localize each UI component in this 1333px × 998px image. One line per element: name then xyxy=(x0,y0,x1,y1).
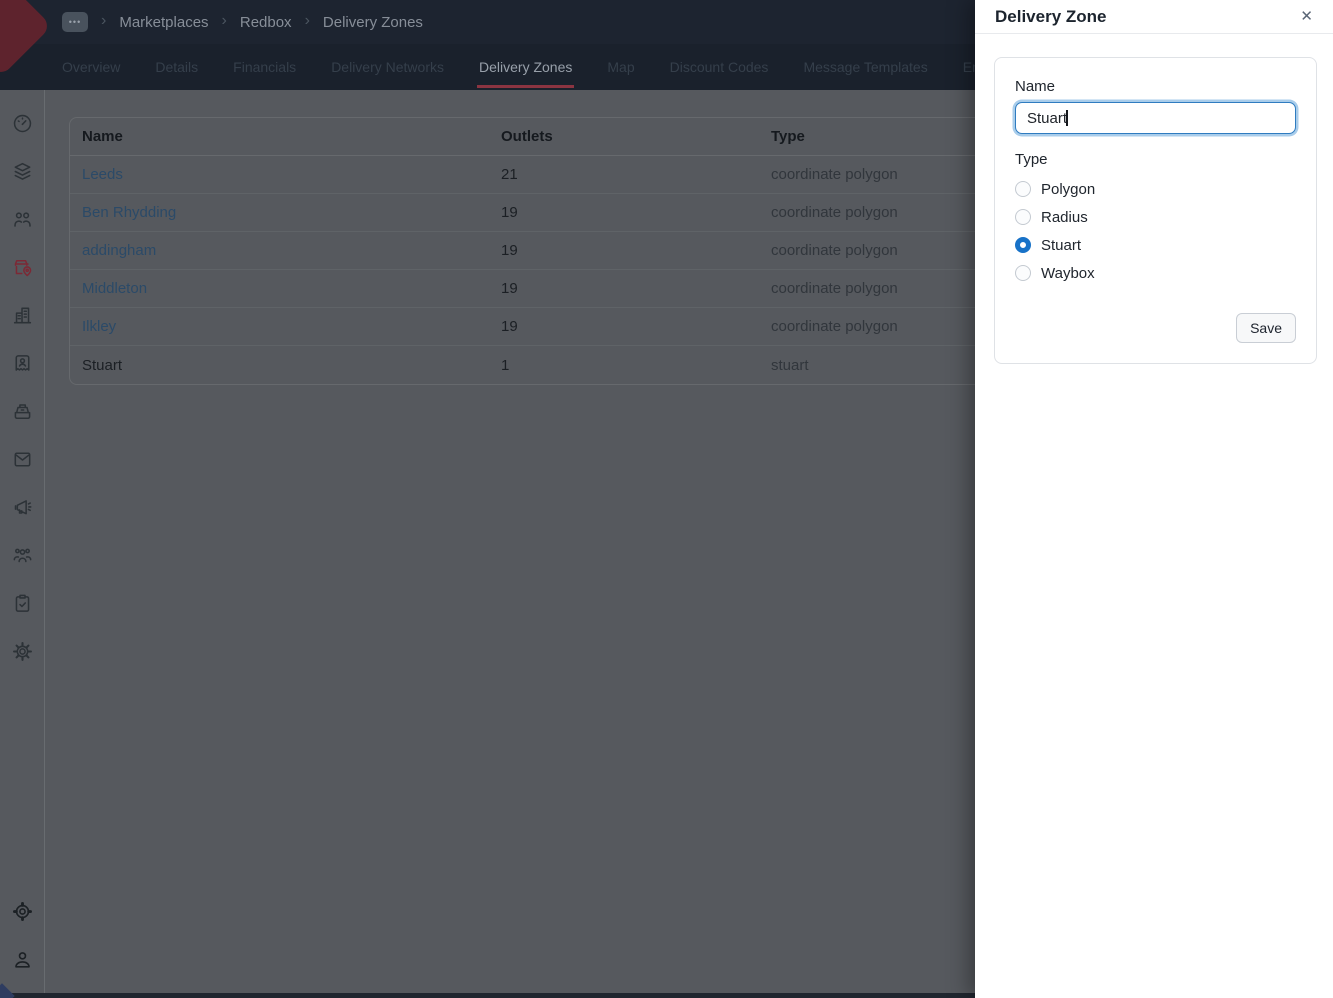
radio-label[interactable]: Stuart xyxy=(1041,237,1081,254)
chevron-right-icon: › xyxy=(304,12,310,29)
radio-label[interactable]: Polygon xyxy=(1041,181,1095,198)
delivery-zone-drawer: Delivery Zone ✕ Name Type Polygon Radius… xyxy=(975,0,1333,998)
contact-receipt-icon xyxy=(15,354,29,371)
icon-sidebar xyxy=(0,90,45,998)
breadcrumb: ••• › Marketplaces › Redbox › Delivery Z… xyxy=(62,0,423,44)
zone-name-stuart: Stuart xyxy=(82,356,123,374)
drawer-header: Delivery Zone ✕ xyxy=(975,0,1333,34)
radio-circle[interactable] xyxy=(1015,265,1031,281)
app-root: Overview Details Financials Delivery Net… xyxy=(0,0,1333,998)
breadcrumb-marketplaces[interactable]: Marketplaces xyxy=(119,14,208,31)
drawer-title: Delivery Zone xyxy=(995,6,1107,26)
tab-map[interactable]: Map xyxy=(607,44,634,90)
outlets-count: 19 xyxy=(501,318,518,335)
zone-link-addingham[interactable]: addingham xyxy=(82,242,156,259)
radio-stuart[interactable]: Stuart xyxy=(1015,231,1296,259)
column-header-name: Name xyxy=(82,128,123,145)
megaphone-icon xyxy=(14,499,32,514)
radio-circle[interactable] xyxy=(1015,181,1031,197)
tab-delivery-networks[interactable]: Delivery Networks xyxy=(331,44,444,90)
mail-icon xyxy=(14,452,30,466)
team-icon xyxy=(13,548,31,562)
sidebar-item-marketing[interactable] xyxy=(7,492,37,522)
outlets-count: 21 xyxy=(501,166,518,183)
buildings-icon xyxy=(13,307,31,323)
save-button[interactable]: Save xyxy=(1236,313,1296,343)
sidebar-item-customers[interactable] xyxy=(7,204,37,234)
sidebar-item-teams[interactable] xyxy=(7,540,37,570)
radio-circle[interactable] xyxy=(1015,237,1031,253)
tab-overview[interactable]: Overview xyxy=(62,44,120,90)
radio-label[interactable]: Radius xyxy=(1041,209,1088,226)
sidebar-item-layers[interactable] xyxy=(7,156,37,186)
sidebar-item-tasks[interactable] xyxy=(7,588,37,618)
zone-link-ben-rhydding[interactable]: Ben Rhydding xyxy=(82,204,176,221)
tab-discount-codes[interactable]: Discount Codes xyxy=(670,44,769,90)
account-person-icon xyxy=(14,951,30,968)
sidebar-item-organisations[interactable] xyxy=(7,300,37,330)
zone-link-middleton[interactable]: Middleton xyxy=(82,280,147,297)
ellipsis-menu-button[interactable]: ••• xyxy=(62,12,88,32)
sidebar-item-contacts[interactable] xyxy=(7,348,37,378)
outlets-count: 1 xyxy=(501,356,510,374)
tab-financials[interactable]: Financials xyxy=(233,44,296,90)
zone-link-leeds[interactable]: Leeds xyxy=(82,166,123,183)
sidebar-item-account[interactable] xyxy=(7,944,37,974)
sidebar-item-pos[interactable] xyxy=(7,396,37,426)
sidebar-item-support[interactable] xyxy=(7,896,37,926)
layers-icon xyxy=(14,162,30,180)
sidebar-item-mail[interactable] xyxy=(7,444,37,474)
radio-label[interactable]: Waybox xyxy=(1041,265,1095,282)
type-field-label: Type xyxy=(1015,151,1048,168)
delivery-zone-form: Name Type Polygon Radius Stuart Waybox xyxy=(994,57,1317,364)
radio-waybox[interactable]: Waybox xyxy=(1015,259,1296,287)
dashboard-gauge-icon xyxy=(13,114,31,132)
sidebar-item-settings[interactable] xyxy=(7,636,37,666)
radio-radius[interactable]: Radius xyxy=(1015,203,1296,231)
customers-icon xyxy=(13,211,31,227)
outlets-count: 19 xyxy=(501,242,518,259)
radio-circle[interactable] xyxy=(1015,209,1031,225)
clipboard-check-icon xyxy=(15,594,29,612)
name-field-label: Name xyxy=(1015,78,1056,95)
sidebar-item-marketplaces[interactable] xyxy=(7,252,37,282)
tab-delivery-zones[interactable]: Delivery Zones xyxy=(476,44,575,90)
outlets-count: 19 xyxy=(501,204,518,221)
support-lifebuoy-icon xyxy=(12,901,32,921)
cash-register-icon xyxy=(14,403,30,419)
close-icon[interactable]: ✕ xyxy=(1298,7,1315,26)
chevron-right-icon: › xyxy=(221,12,227,29)
marketplace-store-pin-icon xyxy=(14,259,31,276)
radio-polygon[interactable]: Polygon xyxy=(1015,175,1296,203)
breadcrumb-redbox[interactable]: Redbox xyxy=(240,14,292,31)
text-caret xyxy=(1066,110,1068,126)
name-input[interactable] xyxy=(1015,102,1296,134)
tab-details[interactable]: Details xyxy=(155,44,198,90)
outlets-count: 19 xyxy=(501,280,518,297)
sidebar-item-dashboard[interactable] xyxy=(7,108,37,138)
breadcrumb-delivery-zones[interactable]: Delivery Zones xyxy=(323,14,423,31)
chevron-right-icon: › xyxy=(101,12,107,29)
settings-gear-icon xyxy=(12,641,32,661)
column-header-outlets: Outlets xyxy=(501,128,553,145)
zone-link-ilkley[interactable]: Ilkley xyxy=(82,318,116,335)
tab-message-templates[interactable]: Message Templates xyxy=(803,44,927,90)
